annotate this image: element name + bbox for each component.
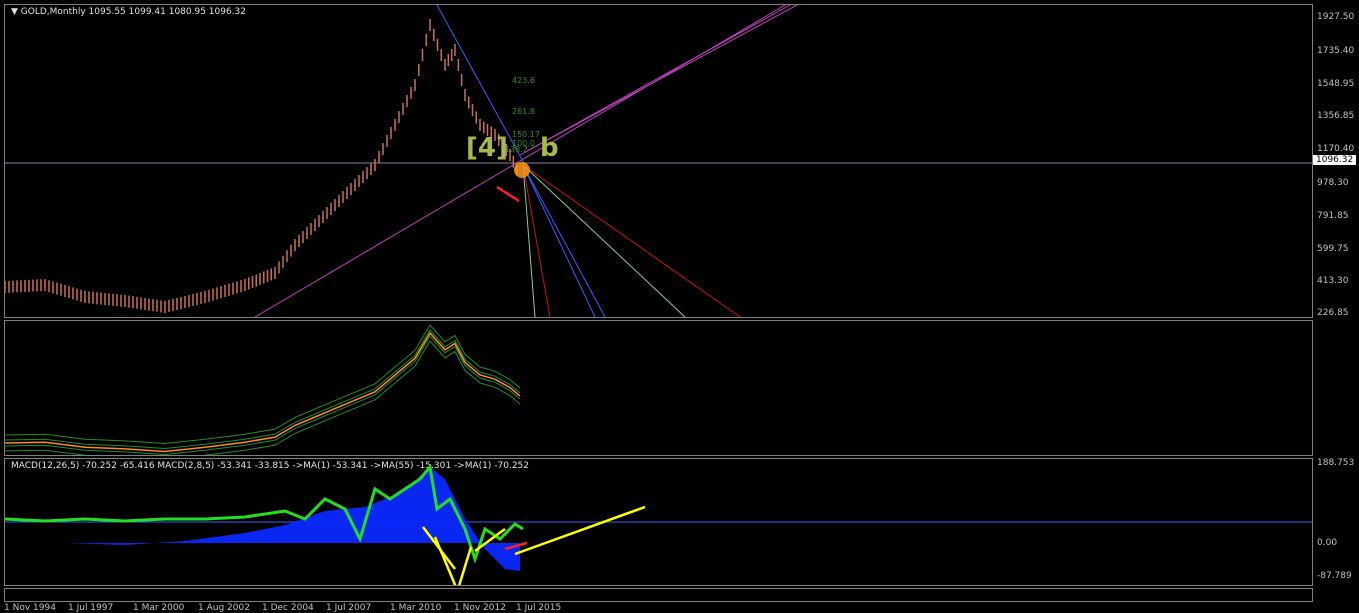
fibo-level-423: 423.6 [512, 76, 535, 85]
price-tick: 1170.40 [1317, 144, 1355, 154]
fibo-level-100: 100.0 [512, 139, 535, 148]
price-tick: 226.85 [1317, 308, 1349, 318]
red-arrow [496, 185, 520, 203]
gann-fan-line [522, 164, 536, 317]
price-cluster-marker [514, 162, 530, 178]
gann-fan-line [522, 164, 596, 317]
price-tick: 1356.85 [1317, 111, 1355, 121]
macd-canvas [5, 463, 1312, 585]
envelope-canvas [5, 324, 521, 455]
gann-fan-line [522, 164, 686, 317]
price-tick: 413.30 [1317, 276, 1349, 286]
channel-line [526, 5, 798, 152]
price-tick: 1548.95 [1317, 79, 1355, 89]
annotation-arrow [514, 505, 646, 556]
macd-tick: -87.789 [1317, 571, 1352, 581]
macd-scale[interactable]: 188.753 0.00 -87.789 [1313, 458, 1359, 584]
gann-fan-line [522, 164, 551, 317]
price-tick: 978.30 [1317, 178, 1349, 188]
macd-tick: 0.00 [1317, 538, 1338, 548]
wave-label-4: [4] [466, 133, 508, 163]
envelope-lower [5, 340, 521, 455]
price-chart-canvas [5, 5, 1312, 317]
gann-fan-line [522, 164, 741, 317]
price-tick: 791.85 [1317, 211, 1349, 221]
price-tick: 1927.50 [1317, 12, 1355, 22]
horizontal-scrollbar[interactable] [4, 588, 1313, 602]
macd-indicator-pane[interactable]: MACD(12,26,5) -70.252 -65.416 MACD(2,8,5… [4, 458, 1313, 586]
wave-label-b: b [540, 133, 559, 163]
price-tick: 1735.40 [1317, 46, 1355, 56]
macd-tick: 188.753 [1317, 458, 1355, 468]
envelope-upper [5, 324, 521, 444]
fibo-level-150: 150.17 [512, 130, 540, 139]
price-chart-pane[interactable]: ▼ GOLD,Monthly 1095.55 1099.41 1080.95 1… [4, 4, 1313, 318]
price-tick: 599.75 [1317, 244, 1349, 254]
fibo-level-261: 261.8 [512, 107, 535, 116]
envelope-indicator-pane[interactable] [4, 320, 1313, 456]
gann-fan-line [522, 164, 606, 317]
current-price-label: 1096.32 [1313, 155, 1357, 165]
annotation-arrow [457, 546, 473, 585]
